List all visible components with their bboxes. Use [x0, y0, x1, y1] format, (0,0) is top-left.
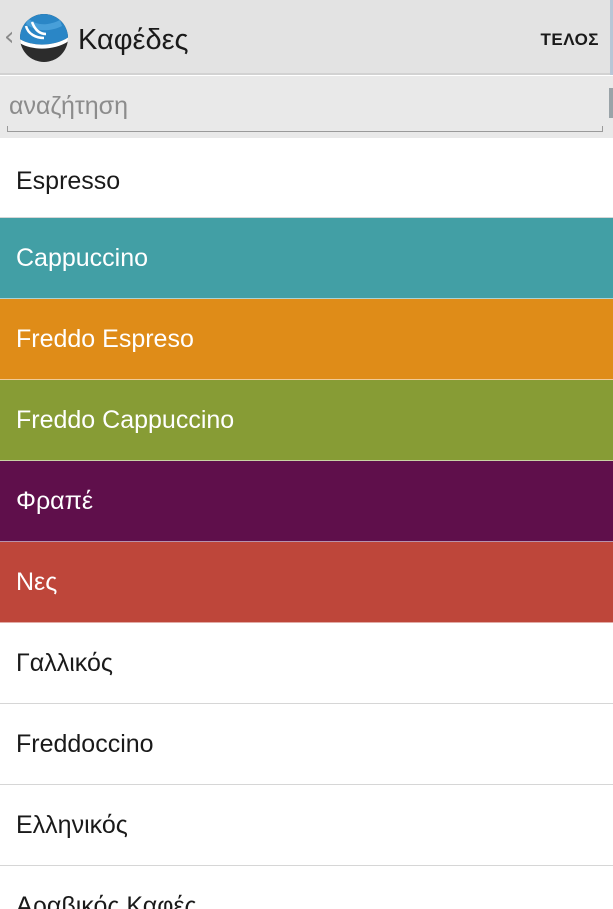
list-item-label: Γαλλικός: [16, 649, 113, 677]
list-item-freddoccino[interactable]: Freddoccino: [0, 704, 613, 785]
list-item-ellinikos[interactable]: Ελληνικός: [0, 785, 613, 866]
list-item-label: Φραπέ: [16, 487, 94, 515]
chevron-left-icon[interactable]: ‹: [4, 24, 18, 50]
list-item-frappe[interactable]: Φραπέ: [0, 461, 613, 542]
list-item-nes[interactable]: Νες: [0, 542, 613, 623]
list-item-cappuccino[interactable]: Cappuccino: [0, 218, 613, 299]
list-item-label: Cappuccino: [16, 244, 149, 272]
list-item-freddo-espreso[interactable]: Freddo Espreso: [0, 299, 613, 380]
list-item-freddo-cappuccino[interactable]: Freddo Cappuccino: [0, 380, 613, 461]
coffee-list[interactable]: Espresso Cappuccino Freddo Espreso Fredd…: [0, 138, 613, 909]
page-title: Καφέδες: [78, 24, 189, 56]
coffee-cup-logo-icon[interactable]: [18, 12, 70, 64]
list-item-label: Freddo Cappuccino: [16, 406, 235, 434]
search-bar: [0, 76, 613, 138]
list-item-label: Ελληνικός: [16, 811, 128, 839]
list-item-label: Νες: [16, 568, 58, 596]
list-item-label: Espresso: [16, 167, 121, 195]
search-input[interactable]: [7, 84, 603, 128]
action-bar: ‹ Καφέδες ΤΕΛΟΣ: [0, 0, 613, 75]
list-item-aravikos[interactable]: Αραβικός Καφές: [0, 866, 613, 909]
list-item-label: Freddoccino: [16, 730, 154, 758]
list-item-label: Freddo Espreso: [16, 325, 194, 353]
scroll-edge-marker: [609, 88, 613, 118]
done-button[interactable]: ΤΕΛΟΣ: [540, 20, 599, 60]
search-underline: [7, 126, 603, 132]
list-item-gallikos[interactable]: Γαλλικός: [0, 623, 613, 704]
list-item-espresso[interactable]: Espresso: [0, 138, 613, 218]
list-item-label: Αραβικός Καφές: [16, 892, 197, 909]
